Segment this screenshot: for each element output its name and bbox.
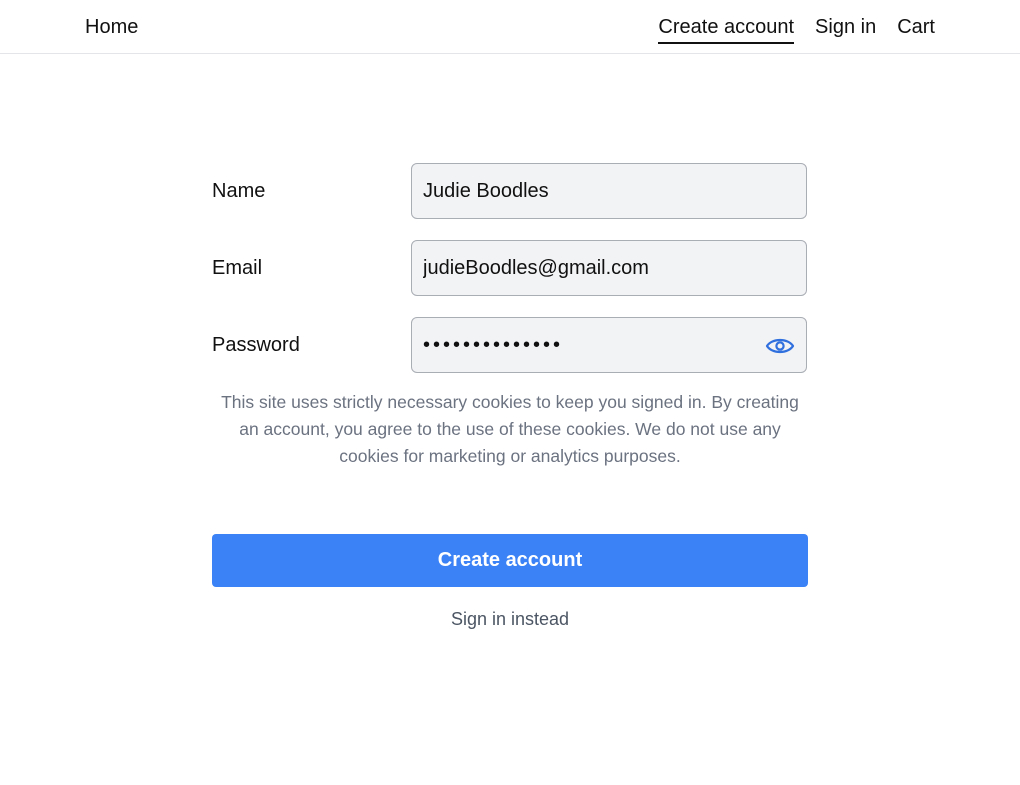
password-input[interactable]: [423, 333, 763, 357]
sign-in-instead-link[interactable]: Sign in instead: [212, 609, 808, 630]
password-label: Password: [212, 333, 300, 356]
email-row: Email: [212, 240, 808, 296]
email-input[interactable]: [423, 256, 763, 280]
password-field-box: [411, 317, 807, 373]
name-input[interactable]: [423, 179, 763, 203]
eye-icon[interactable]: [765, 332, 795, 360]
cookie-notice: This site uses strictly necessary cookie…: [221, 392, 799, 466]
nav-home-link[interactable]: Home: [85, 14, 138, 40]
create-account-button[interactable]: Create account: [212, 534, 808, 587]
create-account-form: Name Email Password This site uses stric…: [212, 163, 808, 630]
name-label: Name: [212, 179, 266, 202]
nav-sign-in-link[interactable]: Sign in: [815, 14, 876, 44]
email-field-box: [411, 240, 807, 296]
top-navigation: Home Create account Sign in Cart: [0, 0, 1020, 54]
nav-create-account-link[interactable]: Create account: [658, 14, 795, 44]
password-row: Password: [212, 317, 808, 373]
name-row: Name: [212, 163, 808, 219]
name-field-box: [411, 163, 807, 219]
email-label: Email: [212, 256, 263, 279]
nav-right-group: Create account Sign in Cart: [658, 14, 935, 44]
nav-cart-link[interactable]: Cart: [897, 14, 935, 44]
